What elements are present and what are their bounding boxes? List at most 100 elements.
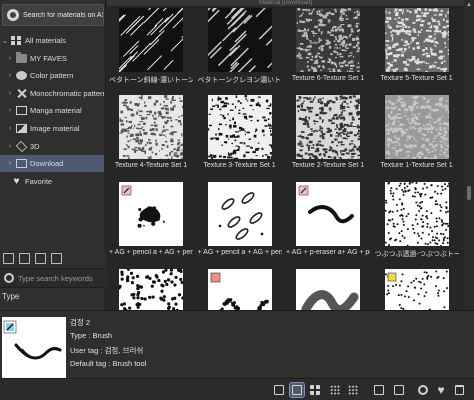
chevron-down-icon[interactable]: ⌄ xyxy=(1,37,9,45)
grid-icon xyxy=(11,36,22,45)
cube-icon xyxy=(15,140,28,152)
material-thumbnail[interactable] xyxy=(384,95,449,159)
material-thumbnail[interactable] xyxy=(384,269,449,310)
material-item[interactable]: Texture 1-Texture Set 1 xyxy=(375,95,459,169)
tree-item-download[interactable]: › Download xyxy=(0,155,104,173)
material-item[interactable]: + AG + pencil a + AG + pencil a xyxy=(109,182,193,256)
material-item[interactable] xyxy=(286,269,370,310)
material-caption: Texture 1-Texture Set 1 xyxy=(380,162,453,169)
search-assets-button[interactable]: Search for materials on ASSETS xyxy=(2,4,104,26)
image-icon xyxy=(16,124,27,133)
tag-tool-row xyxy=(0,250,106,268)
material-caption: ベタトーンクレヨン濃いトーン-手書き xyxy=(197,77,282,84)
tree-item-image-material[interactable]: › Image material xyxy=(0,120,104,137)
trash-icon xyxy=(454,385,464,395)
tag-add-icon[interactable] xyxy=(3,253,14,264)
favorite-heart-button[interactable]: ♥ xyxy=(434,383,448,397)
tree-item-label: Manga material xyxy=(30,106,82,116)
material-item[interactable]: Texture 3-Texture Set 1 xyxy=(198,95,282,169)
material-item[interactable]: Texture 5-Texture Set 1 xyxy=(375,8,459,82)
monochromatic-icon xyxy=(16,89,27,98)
scroll-up-icon[interactable]: ▲ xyxy=(466,2,472,8)
grid-tiny-button[interactable] xyxy=(346,383,360,397)
material-thumbnail[interactable] xyxy=(384,182,449,246)
material-thumbnail[interactable] xyxy=(384,8,449,72)
type-filter-label: Type xyxy=(2,292,20,301)
material-thumbnail[interactable] xyxy=(119,8,183,72)
material-caption: Texture 2-Texture Set 1 xyxy=(291,162,365,169)
chevron-right-icon[interactable]: › xyxy=(6,90,14,97)
material-name: 검정 2 xyxy=(70,318,91,327)
material-caption: + AG + p-eraser a+ AG + pencil a xyxy=(286,249,370,256)
tree-item-monochromatic-pattern[interactable]: › Monochromatic pattern xyxy=(0,85,104,102)
material-preview xyxy=(2,317,66,379)
material-caption: Texture 3-Texture Set 1 xyxy=(203,162,276,169)
material-thumbnail[interactable] xyxy=(119,269,183,310)
favorite-heart-icon: ♥ xyxy=(437,383,445,397)
material-thumbnail[interactable] xyxy=(207,182,272,246)
material-item[interactable]: + AG + p-eraser a+ AG + pencil a xyxy=(286,182,370,256)
material-thumbnail[interactable] xyxy=(296,8,360,72)
material-thumbnail[interactable] xyxy=(207,95,272,159)
material-caption: Texture 5-Texture Set 1 xyxy=(380,75,453,82)
chevron-right-icon[interactable]: › xyxy=(6,125,14,132)
tree-item-favorite[interactable]: ♥ Favorite xyxy=(0,173,104,190)
chevron-right-icon[interactable]: › xyxy=(6,143,14,150)
paste-button[interactable] xyxy=(372,383,386,397)
material-item[interactable]: Texture 2-Texture Set 1 xyxy=(286,95,370,169)
grid-small-button[interactable] xyxy=(328,383,342,397)
material-caption: ベタトーン斜線-濃いトーン-手書き xyxy=(109,77,193,84)
chevron-right-icon[interactable]: › xyxy=(6,72,14,79)
material-thumbnail[interactable] xyxy=(207,269,272,310)
scrollbar-thumb[interactable] xyxy=(467,186,471,200)
material-item[interactable]: Texture 4-Texture Set 1 xyxy=(109,95,193,169)
material-item[interactable]: ベタトーンクレヨン濃いトーン-手書き xyxy=(198,8,282,85)
search-assets-label: Search for materials on ASSETS xyxy=(23,11,103,19)
material-caption: + AG + pencil a + AG + pencil a xyxy=(109,249,193,256)
manga-icon xyxy=(16,106,27,116)
list-view-button[interactable] xyxy=(289,382,305,398)
material-thumbnail[interactable] xyxy=(296,182,360,246)
material-item[interactable] xyxy=(375,269,459,310)
settings-icon xyxy=(418,385,428,395)
palette-icon xyxy=(16,71,27,81)
check-square-button[interactable] xyxy=(272,383,286,397)
copy-disabled-icon xyxy=(394,385,404,395)
material-item[interactable] xyxy=(198,269,282,310)
tag-list-icon[interactable] xyxy=(19,253,30,264)
list-view-icon xyxy=(292,385,302,395)
material-thumbnail[interactable] xyxy=(119,182,183,246)
check-square-icon xyxy=(274,385,284,395)
tree-item-label: 3D xyxy=(30,141,40,151)
tree-item-label: MY FAVES xyxy=(30,53,67,63)
material-item[interactable] xyxy=(109,269,193,310)
tree-item-all-materials[interactable]: ⌄ All materials xyxy=(0,32,104,49)
material-thumbnail[interactable] xyxy=(296,269,360,310)
chevron-right-icon[interactable]: › xyxy=(6,107,14,114)
material-item[interactable]: つぶつぶ透過-つぶつぶトーンセペン xyxy=(375,182,459,259)
tag-filter-icon[interactable] xyxy=(35,253,46,264)
search-icon xyxy=(4,273,14,283)
grid-large-button[interactable] xyxy=(308,383,322,397)
tree-item-label: All materials xyxy=(25,36,66,45)
chevron-right-icon[interactable]: › xyxy=(6,160,14,167)
material-item[interactable]: ベタトーン斜線-濃いトーン-手書き xyxy=(109,8,193,85)
material-item[interactable]: + AG + pencil a + AG + pencil a xyxy=(198,182,282,256)
material-thumbnail[interactable] xyxy=(296,95,360,159)
tree-item-manga-material[interactable]: › Manga material xyxy=(0,102,104,119)
tree-item-3d[interactable]: › 3D xyxy=(0,138,104,155)
settings-button[interactable] xyxy=(416,383,430,397)
trash-button[interactable] xyxy=(452,383,466,397)
tag-edit-icon[interactable] xyxy=(51,253,62,264)
material-thumbnail[interactable] xyxy=(119,95,183,159)
tree-item-my-faves[interactable]: › MY FAVES xyxy=(0,50,104,67)
grid-scrollbar[interactable]: ▲ xyxy=(464,0,474,310)
grid-large-icon xyxy=(310,385,320,395)
chevron-right-icon[interactable]: › xyxy=(6,55,14,62)
material-thumbnail[interactable] xyxy=(207,8,272,72)
material-caption: Texture 4-Texture Set 1 xyxy=(114,162,188,169)
copy-disabled-button[interactable] xyxy=(392,383,406,397)
tree-item-color-pattern[interactable]: › Color pattern xyxy=(0,67,104,84)
search-input[interactable] xyxy=(18,273,106,283)
material-item[interactable]: Texture 6-Texture Set 1 xyxy=(286,8,370,82)
